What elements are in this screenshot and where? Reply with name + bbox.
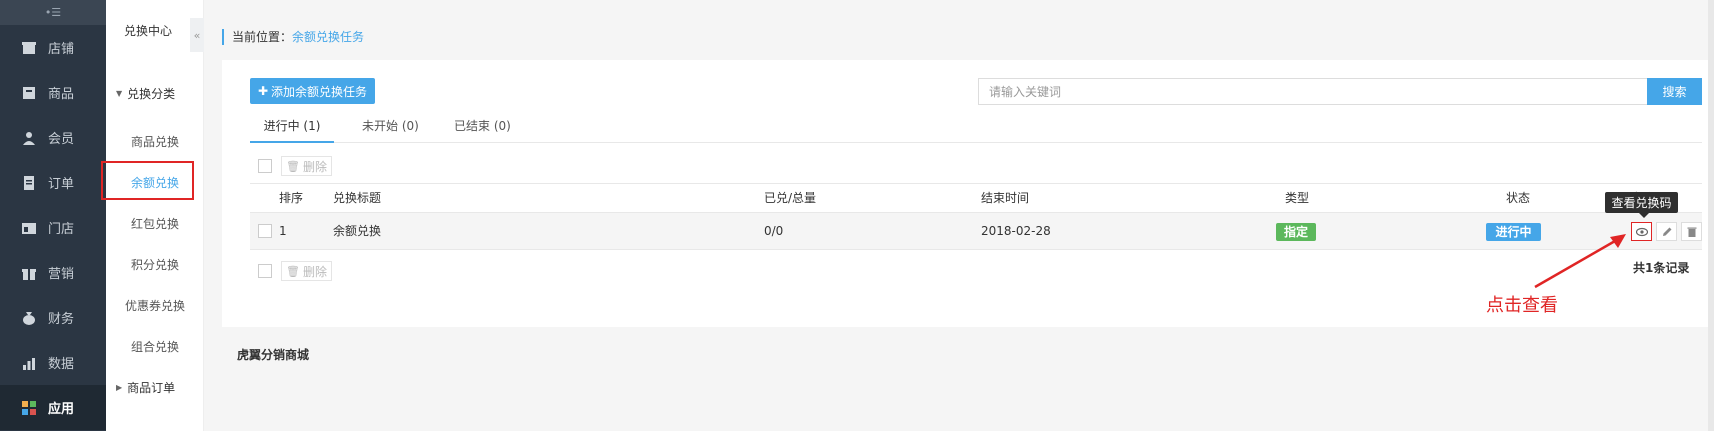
th-title: 兑换标题	[333, 191, 382, 205]
cell-title: 余额兑换	[333, 224, 382, 238]
nav-item-goods[interactable]: 商品	[0, 70, 106, 115]
table-header: 排序 兑换标题 已兑/总量 结束时间 类型 状态 操作	[250, 183, 1702, 213]
caret-right-icon: ▶	[116, 383, 123, 392]
eye-icon	[1635, 227, 1648, 236]
plus-icon: ✚	[257, 84, 269, 98]
delete-label: 删除	[302, 264, 327, 279]
th-end-time: 结束时间	[981, 191, 1030, 205]
tab-ended[interactable]: 已结束 (0)	[454, 113, 511, 143]
nav-collapse-toggle[interactable]: •☰	[0, 0, 106, 25]
nav-label: 商品	[48, 87, 75, 102]
select-all-checkbox[interactable]	[258, 159, 272, 173]
pencil-icon	[1662, 227, 1671, 236]
sub-group-label: 兑换分类	[127, 87, 176, 101]
bulk-toolbar-bottom: 🗑 删除	[250, 254, 1702, 288]
delete-row-button[interactable]	[1681, 222, 1702, 241]
money-bag-icon	[22, 311, 36, 325]
nav-label: 会员	[48, 132, 75, 147]
nav-item-data[interactable]: 数据	[0, 340, 106, 385]
main-nav: •☰ 店铺 商品 会员 订单 门店 营销 财务 数据 应用	[0, 0, 106, 431]
bulk-toolbar-top: 🗑 删除	[250, 149, 1702, 183]
sub-item-goods-exchange[interactable]: 商品兑换	[106, 133, 204, 150]
caret-down-icon: ▼	[116, 89, 123, 98]
nav-item-member[interactable]: 会员	[0, 115, 106, 160]
annotation-arrow-icon	[1534, 234, 1626, 289]
order-icon	[22, 175, 36, 190]
nav-item-marketing[interactable]: 营销	[0, 250, 106, 295]
gift-icon	[22, 266, 36, 280]
tab-not-started[interactable]: 未开始 (0)	[362, 113, 419, 143]
sub-nav-collapse-button[interactable]: «	[190, 18, 204, 52]
nav-label: 应用	[48, 402, 75, 417]
delete-button[interactable]: 🗑 删除	[281, 156, 332, 176]
annotation-text: 点击查看	[1486, 295, 1558, 316]
breadcrumb: 当前位置：余额兑换任务	[222, 29, 364, 45]
nav-label: 店铺	[48, 42, 75, 57]
edit-button[interactable]	[1656, 222, 1677, 241]
tab-in-progress[interactable]: 进行中 (1)	[250, 113, 334, 143]
table-row: 1 余额兑换 0/0 2018-02-28 指定 进行中	[250, 213, 1702, 250]
search-input[interactable]: 请输入关键词	[978, 78, 1648, 105]
nav-item-store[interactable]: 店铺	[0, 25, 106, 70]
select-all-checkbox-bottom[interactable]	[258, 264, 272, 278]
nav-label: 数据	[48, 357, 75, 372]
sub-item-points-exchange[interactable]: 积分兑换	[106, 256, 204, 273]
trash-icon: 🗑	[286, 159, 300, 173]
goods-icon	[22, 86, 36, 100]
th-type: 类型	[1285, 191, 1310, 205]
search-placeholder: 请输入关键词	[989, 85, 1062, 99]
add-task-label: 添加余额兑换任务	[271, 84, 368, 99]
breadcrumb-current[interactable]: 余额兑换任务	[292, 30, 364, 44]
nav-item-shop[interactable]: 门店	[0, 205, 106, 250]
store-icon	[22, 41, 36, 55]
trash-icon: 🗑	[286, 264, 300, 278]
trash-icon	[1687, 227, 1696, 237]
th-status: 状态	[1506, 191, 1531, 205]
th-order: 排序	[279, 191, 304, 205]
type-badge: 指定	[1276, 223, 1316, 241]
nav-label: 营销	[48, 267, 75, 282]
chart-icon	[22, 356, 36, 370]
cell-progress: 0/0	[764, 224, 784, 238]
record-count: 共1条记录	[1633, 261, 1690, 275]
sub-item-redpacket-exchange[interactable]: 红包兑换	[106, 215, 204, 232]
nav-label: 订单	[48, 177, 75, 192]
nav-item-order[interactable]: 订单	[0, 160, 106, 205]
cell-end-time: 2018-02-28	[981, 224, 1051, 238]
member-icon	[22, 131, 36, 145]
th-progress: 已兑/总量	[764, 191, 817, 205]
sub-nav-title: 兑换中心	[123, 24, 172, 38]
footer-brand: 虎翼分销商城	[237, 348, 310, 362]
delete-label: 删除	[302, 159, 327, 174]
highlight-box	[101, 161, 194, 200]
nav-label: 门店	[48, 222, 75, 237]
sub-group-goods-order[interactable]: ▶ 商品订单	[116, 379, 175, 396]
nav-item-finance[interactable]: 财务	[0, 295, 106, 340]
sub-group-label: 商品订单	[127, 381, 176, 395]
cell-order: 1	[279, 224, 287, 238]
add-task-button[interactable]: ✚ 添加余额兑换任务	[250, 78, 375, 104]
apps-icon	[22, 400, 36, 415]
search-button[interactable]: 搜索	[1647, 78, 1702, 105]
sub-nav: 兑换中心 « ▼ 兑换分类 商品兑换 余额兑换 红包兑换 积分兑换 优惠券兑换 …	[106, 0, 204, 431]
nav-label: 财务	[48, 312, 75, 327]
delete-button-bottom[interactable]: 🗑 删除	[281, 261, 332, 281]
sub-item-coupon-exchange[interactable]: 优惠券兑换	[106, 297, 204, 314]
status-tabs: 进行中 (1) 未开始 (0) 已结束 (0)	[250, 113, 1702, 143]
row-checkbox[interactable]	[258, 224, 272, 238]
shop-icon	[22, 221, 36, 235]
view-button[interactable]	[1631, 222, 1652, 241]
sub-group-exchange-category[interactable]: ▼ 兑换分类	[116, 85, 175, 102]
view-tooltip: 查看兑换码	[1605, 192, 1678, 218]
nav-item-apps[interactable]: 应用	[0, 385, 106, 430]
sub-item-combo-exchange[interactable]: 组合兑换	[106, 338, 204, 355]
page-scrollbar[interactable]	[1708, 0, 1714, 431]
breadcrumb-prefix: 当前位置：	[232, 30, 293, 44]
